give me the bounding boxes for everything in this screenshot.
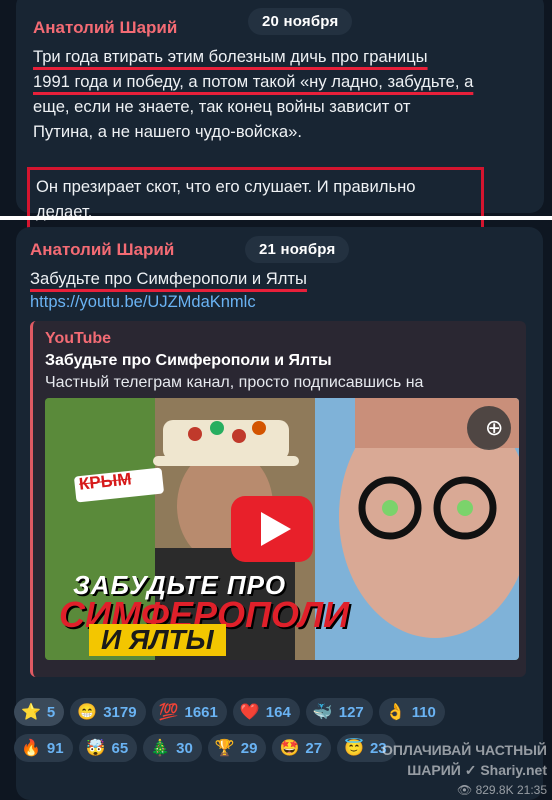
ok-hand-icon: 👌 xyxy=(385,704,406,721)
thumbnail-text-line3: И ЯЛТЫ xyxy=(89,624,226,656)
highlighted-box: Он презирает скот, что его слушает. И пр… xyxy=(27,167,484,231)
reaction-button[interactable]: ⭐ 5 xyxy=(14,698,65,726)
watermark-line2: ШАРИЙ ✓ Shariy.net xyxy=(407,762,547,778)
youtube-link[interactable]: https://youtu.be/UJZMdaKnmlc xyxy=(30,291,530,313)
fire-icon: 🔥 xyxy=(21,740,41,757)
reaction-count: 5 xyxy=(46,703,56,721)
date-pill: 21 ноября xyxy=(245,236,350,263)
reaction-count: 27 xyxy=(305,739,323,757)
message-time: 21:35 xyxy=(516,783,547,797)
reactions-row: ⭐ 5 😁 3179 💯 1661 ❤️ 164 🐳 127 👌 110 xyxy=(14,698,514,726)
highlighted-line: 1991 года и победу, а потом такой «ну ла… xyxy=(33,72,474,91)
reaction-count: 3179 xyxy=(103,703,137,721)
star-icon: ⭐ xyxy=(21,704,41,721)
reaction-count: 1661 xyxy=(184,703,218,721)
heart-icon: ❤️ xyxy=(239,704,260,721)
reaction-count: 65 xyxy=(111,739,129,757)
star-struck-icon: 🤩 xyxy=(279,740,300,757)
reaction-button[interactable]: 🎄 30 xyxy=(143,734,202,762)
reaction-button[interactable]: 💯 1661 xyxy=(151,698,227,726)
hundred-icon: 💯 xyxy=(158,704,179,721)
reaction-count: 91 xyxy=(46,739,64,757)
watermark-line1: ОПЛАЧИВАЙ ЧАСТНЫЙ xyxy=(382,742,547,758)
reaction-button[interactable]: 🤯 65 xyxy=(78,734,138,762)
video-thumbnail[interactable]: КРЫМ ⊕ ЗАБУДЬТЕ ПРО СИМФЕРОПОЛИ И ЯЛТЫ xyxy=(45,398,519,660)
grin-icon: 😁 xyxy=(77,704,98,721)
mind-blown-icon: 🤯 xyxy=(85,740,106,757)
message-text: Три года втирать этим болезным дичь про … xyxy=(33,44,527,144)
message-text: Забудьте про Симферополи и Ялты xyxy=(30,266,530,291)
highlighted-line: Забудьте про Симферополи и Ялты xyxy=(30,269,307,288)
reaction-count: 30 xyxy=(176,739,193,757)
reaction-button[interactable]: ❤️ 164 xyxy=(232,698,300,726)
link-preview[interactable]: YouTube Забудьте про Симферополи и Ялты … xyxy=(30,321,526,677)
reaction-button[interactable]: 🏆 29 xyxy=(207,734,267,762)
preview-description: Частный телеграм канал, просто подписавш… xyxy=(45,374,424,391)
reaction-button[interactable]: 😁 3179 xyxy=(70,698,146,726)
reaction-count: 29 xyxy=(240,739,258,757)
reaction-count: 110 xyxy=(411,703,436,721)
reaction-button[interactable]: 🐳 127 xyxy=(305,698,373,726)
view-count: 829.8K xyxy=(475,783,514,797)
date-pill: 20 ноября xyxy=(248,8,353,35)
trophy-icon: 🏆 xyxy=(214,740,235,757)
watermark: ОПЛАЧИВАЙ ЧАСТНЫЙ ШАРИЙ ✓ Shariy.net 👁 8… xyxy=(322,740,547,800)
reaction-button[interactable]: 🔥 91 xyxy=(14,734,73,762)
reaction-button[interactable]: 👌 110 xyxy=(378,698,445,726)
whale-icon: 🐳 xyxy=(312,704,333,721)
preview-title: Забудьте про Симферополи и Ялты xyxy=(45,352,332,369)
reaction-count: 127 xyxy=(338,703,364,721)
zoom-icon[interactable]: ⊕ xyxy=(485,414,503,442)
eye-icon: 👁 xyxy=(457,783,473,797)
reaction-count: 164 xyxy=(265,703,291,721)
text-line: Путина, а не нашего чудо-войска». xyxy=(33,122,302,141)
preview-site-name: YouTube xyxy=(45,330,112,347)
divider xyxy=(0,216,552,220)
tree-icon: 🎄 xyxy=(150,740,171,757)
text-line: еще, если не знаете, так конец войны зав… xyxy=(33,97,411,116)
highlighted-line: Три года втирать этим болезным дичь про … xyxy=(33,47,428,66)
message-meta: 👁 829.8K 21:35 xyxy=(322,780,547,800)
